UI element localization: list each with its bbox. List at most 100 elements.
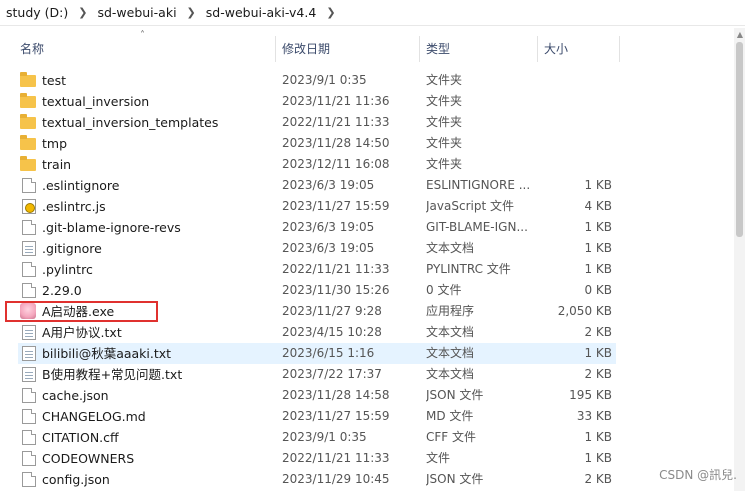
scrollbar-thumb[interactable] [736,42,743,237]
text-icon [22,241,36,256]
file-date: 2023/11/28 14:50 [282,136,390,150]
file-date: 2023/11/27 15:59 [282,199,390,213]
file-size: 0 KB [584,283,612,297]
file-type: 文件夹 [426,115,463,129]
table-row[interactable]: config.json 2023/11/29 10:45 JSON 文件 2 KB [18,469,616,490]
table-row[interactable]: textual_inversion_templates 2022/11/21 11… [18,112,616,133]
file-type: 文件夹 [426,73,463,87]
file-date: 2023/9/1 0:35 [282,430,367,444]
file-date: 2022/11/21 11:33 [282,451,390,465]
table-row[interactable]: .git-blame-ignore-revs 2023/6/3 19:05 GIT-… [18,217,616,238]
column-header-row: 名称 修改日期 类型 大小 [0,36,745,62]
table-row[interactable]: 2.29.0 2023/11/30 15:26 0 文件 0 KB [18,280,616,301]
chevron-right-icon[interactable]: ❯ [318,6,343,19]
table-row[interactable]: CHANGELOG.md 2023/11/27 15:59 MD 文件 33 KB [18,406,616,427]
file-icon [22,388,36,403]
table-row[interactable]: .pylintrc 2022/11/21 11:33 PYLINTRC 文件 1 KB [18,259,616,280]
file-date: 2023/11/21 11:36 [282,94,390,108]
file-name: .git-blame-ignore-revs [42,220,181,235]
file-type: MD 文件 [426,409,474,423]
file-type: 文件夹 [426,136,463,150]
text-icon [22,346,36,361]
file-icon [22,262,36,277]
folder-icon [20,156,36,171]
file-size: 2 KB [584,325,612,339]
file-size [546,154,612,175]
file-date: 2023/11/28 14:58 [282,388,390,402]
file-size: 4 KB [584,199,612,213]
table-row[interactable]: A用户协议.txt 2023/4/15 10:28 文本文档 2 KB [18,322,616,343]
column-header-size[interactable]: 大小 [538,36,620,62]
breadcrumb-item-current[interactable]: sd-webui-aki-v4.4 [204,5,319,20]
table-row[interactable]: .eslintrc.js 2023/11/27 15:59 JavaScript 文… [18,196,616,217]
column-header-date[interactable]: 修改日期 [276,36,420,62]
file-type: ESLINTIGNORE ... [426,178,531,192]
file-type: JavaScript 文件 [426,199,514,213]
chevron-right-icon[interactable]: ❯ [179,6,204,19]
table-row[interactable]: cache.json 2023/11/28 14:58 JSON 文件 195 KB [18,385,616,406]
file-date: 2023/9/1 0:35 [282,73,367,87]
file-size [546,112,612,133]
file-name: A用户协议.txt [42,325,122,340]
file-name: CITATION.cff [42,430,119,445]
table-row[interactable]: .eslintignore 2023/6/3 19:05 ESLINTIGNORE … [18,175,616,196]
file-type: JSON 文件 [426,472,484,486]
file-icon [22,472,36,487]
sort-up-icon: ˄ [140,30,145,41]
folder-icon [20,135,36,150]
file-size [546,70,612,91]
table-row[interactable]: CODEOWNERS 2022/11/21 11:33 文件 1 KB [18,448,616,469]
file-name: B使用教程+常见问题.txt [42,367,183,382]
file-size: 1 KB [584,220,612,234]
file-icon [22,409,36,424]
file-type: CFF 文件 [426,430,476,444]
breadcrumb-item-drive[interactable]: study (D:) [4,5,70,20]
js-icon [22,199,36,214]
file-type: 文本文档 [426,346,475,360]
file-name: textual_inversion [42,94,150,109]
file-name: train [42,157,72,172]
file-size: 33 KB [576,409,612,423]
chevron-right-icon[interactable]: ❯ [70,6,95,19]
file-size [546,133,612,154]
text-icon [22,325,36,340]
file-size: 1 KB [584,346,612,360]
file-icon [22,178,36,193]
file-size: 1 KB [584,451,612,465]
column-header-type[interactable]: 类型 [420,36,538,62]
file-type: 文件 [426,451,451,465]
scroll-up-icon[interactable]: ▲ [737,30,743,39]
file-size: 1 KB [584,262,612,276]
file-size: 1 KB [584,241,612,255]
table-row[interactable]: textual_inversion 2023/11/21 11:36 文件夹 [18,91,616,112]
file-date: 2023/12/11 16:08 [282,157,390,171]
file-type: PYLINTRC 文件 [426,262,511,276]
breadcrumb-item-parent[interactable]: sd-webui-aki [95,5,178,20]
file-date: 2023/6/3 19:05 [282,178,375,192]
folder-icon [20,72,36,87]
table-row[interactable]: B使用教程+常见问题.txt 2023/7/22 17:37 文本文档 2 KB [18,364,616,385]
file-name: .gitignore [42,241,102,256]
text-icon [22,367,36,382]
breadcrumb: study (D:) ❯ sd-webui-aki ❯ sd-webui-aki… [0,0,745,26]
table-row[interactable]: tmp 2023/11/28 14:50 文件夹 [18,133,616,154]
file-type: 文本文档 [426,367,475,381]
table-row[interactable]: CITATION.cff 2023/9/1 0:35 CFF 文件 1 KB [18,427,616,448]
table-row[interactable]: .gitignore 2023/6/3 19:05 文本文档 1 KB [18,238,616,259]
file-size: 2 KB [584,472,612,486]
file-date: 2023/11/27 15:59 [282,409,390,423]
file-size: 1 KB [584,178,612,192]
table-row[interactable]: bilibili@秋葉aaaki.txt 2023/6/15 1:16 文本文档 1 … [18,343,616,364]
file-name: CHANGELOG.md [42,409,146,424]
table-row[interactable]: test 2023/9/1 0:35 文件夹 [18,70,616,91]
column-header-name[interactable]: 名称 [18,36,276,62]
file-icon [22,220,36,235]
file-type: 文本文档 [426,325,475,339]
file-type: 应用程序 [426,304,475,318]
file-type: 文件夹 [426,157,463,171]
file-date: 2023/6/15 1:16 [282,346,375,360]
file-name: test [42,73,67,88]
file-type: JSON 文件 [426,388,484,402]
table-row[interactable]: train 2023/12/11 16:08 文件夹 [18,154,616,175]
file-type: GIT-BLAME-IGN... [426,220,528,234]
